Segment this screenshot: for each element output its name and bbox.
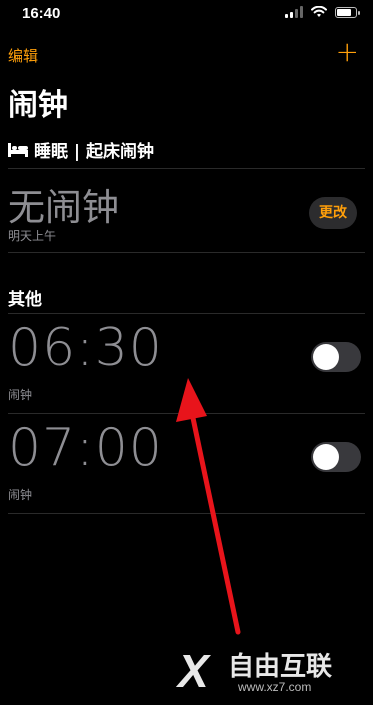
watermark-url: www.xz7.com [238, 680, 312, 694]
sleep-section-title: 睡眠 | 起床闹钟 [34, 142, 155, 162]
divider [8, 252, 365, 253]
alarm-time: 06:30 [8, 318, 163, 378]
toggle-knob [313, 444, 339, 470]
battery-icon [335, 6, 360, 18]
alarm-label: 闹钟 [8, 388, 33, 402]
add-alarm-button[interactable]: + [336, 38, 359, 66]
change-button[interactable]: 更改 [309, 197, 357, 229]
alarm-toggle[interactable] [311, 342, 361, 372]
divider [8, 413, 365, 414]
alarm-toggle[interactable] [311, 442, 361, 472]
watermark-logo: X 自由互联 www.xz7.com [178, 640, 368, 700]
divider [8, 313, 365, 314]
wifi-icon [311, 6, 327, 17]
page-title: 闹钟 [8, 88, 68, 123]
edit-button[interactable]: 编辑 [8, 45, 38, 66]
other-section-title: 其他 [8, 290, 42, 310]
watermark-x-icon: X [178, 645, 209, 697]
tomorrow-morning-label: 明天上午 [8, 229, 57, 243]
watermark-brand: 自由互联 [228, 652, 333, 682]
alarm-label: 闹钟 [8, 488, 33, 502]
alarm-time: 07:00 [8, 418, 163, 478]
sleep-section-header: 睡眠 | 起床闹钟 [8, 137, 154, 162]
status-icons [285, 6, 360, 18]
status-bar: 16:40 [0, 0, 373, 28]
status-time: 16:40 [22, 5, 61, 22]
bed-icon [8, 142, 28, 157]
divider [8, 168, 365, 169]
toggle-knob [313, 344, 339, 370]
no-alarm-text: 无闹钟 [8, 186, 119, 229]
cellular-signal-icon [285, 6, 303, 18]
divider [8, 513, 365, 514]
battery-level [337, 8, 351, 16]
